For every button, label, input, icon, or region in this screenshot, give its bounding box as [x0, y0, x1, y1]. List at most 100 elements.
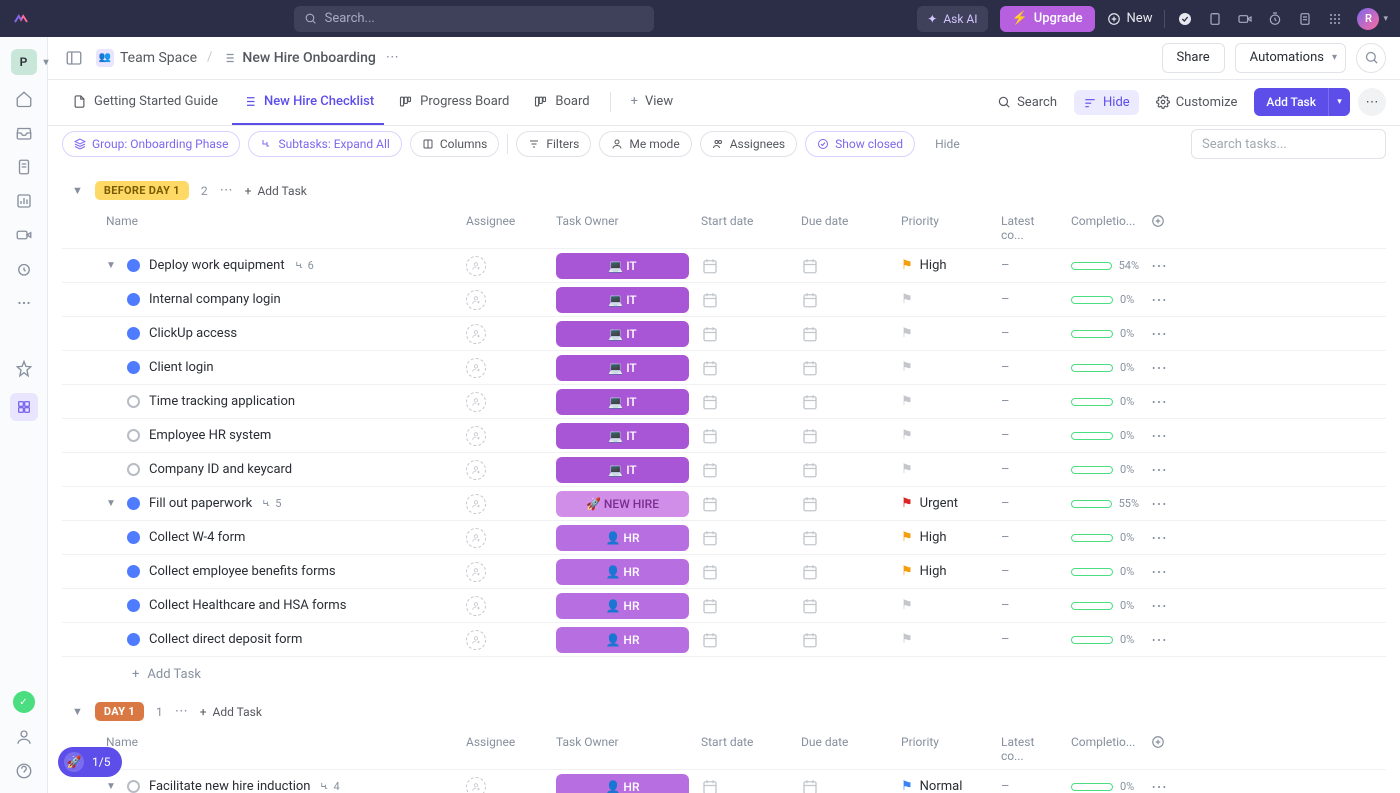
row-more-button[interactable]: ⋯	[1151, 426, 1168, 445]
task-owner-pill[interactable]: 💻 IT	[556, 321, 689, 347]
priority-flag-icon[interactable]: ⚑	[901, 326, 913, 341]
row-more-button[interactable]: ⋯	[1151, 630, 1168, 649]
completion-cell[interactable]: 54%	[1065, 259, 1145, 272]
task-owner-pill[interactable]: 👤 HR	[556, 627, 689, 653]
add-task-button[interactable]: Add Task	[1254, 88, 1328, 116]
col-header[interactable]: Priority	[895, 735, 995, 763]
video-icon[interactable]	[1237, 11, 1253, 27]
start-date-button[interactable]	[701, 631, 719, 649]
onboarding-progress-pill[interactable]: 🚀 1/5	[58, 747, 122, 777]
home-icon[interactable]	[14, 89, 34, 109]
add-column-button[interactable]	[1145, 735, 1185, 763]
status-dot[interactable]	[127, 599, 140, 612]
user-menu[interactable]: R ▾	[1357, 8, 1388, 30]
due-date-button[interactable]	[801, 563, 819, 581]
help-icon[interactable]	[14, 761, 34, 781]
due-date-button[interactable]	[801, 461, 819, 479]
group-caret-icon[interactable]: ▼	[72, 705, 83, 718]
status-dot[interactable]	[127, 463, 140, 476]
due-date-button[interactable]	[801, 257, 819, 275]
col-header[interactable]: Name	[100, 214, 460, 242]
completion-cell[interactable]: 0%	[1065, 429, 1145, 442]
clock-icon[interactable]	[1267, 11, 1283, 27]
task-owner-pill[interactable]: 💻 IT	[556, 423, 689, 449]
priority-flag-icon[interactable]: ⚑	[901, 462, 913, 477]
row-more-button[interactable]: ⋯	[1151, 324, 1168, 343]
chip-filters[interactable]: Filters	[516, 131, 591, 157]
priority-cell[interactable]: ⚑Normal	[895, 779, 995, 793]
tab-getting-started[interactable]: Getting Started Guide	[62, 79, 228, 125]
task-search-input[interactable]: Search tasks...	[1191, 129, 1386, 159]
priority-cell[interactable]: ⚑	[895, 428, 995, 443]
tab-progress-board[interactable]: Progress Board	[388, 79, 519, 125]
col-header[interactable]: Assignee	[460, 214, 550, 242]
add-task-row[interactable]: +Add Task	[62, 657, 1386, 692]
workspace-selector[interactable]: P ▾	[11, 49, 37, 75]
priority-flag-icon[interactable]: ⚑	[901, 632, 913, 647]
row-more-button[interactable]: ⋯	[1151, 777, 1168, 793]
timesheets-icon[interactable]	[14, 259, 34, 279]
group-caret-icon[interactable]: ▼	[72, 184, 83, 197]
add-task-dropdown[interactable]: ▾	[1328, 88, 1350, 116]
due-date-button[interactable]	[801, 529, 819, 547]
task-owner-pill[interactable]: 🚀 NEW HIRE	[556, 491, 689, 517]
add-column-button[interactable]	[1145, 214, 1185, 242]
status-dot[interactable]	[127, 293, 140, 306]
completion-cell[interactable]: 0%	[1065, 780, 1145, 793]
task-row[interactable]: Internal company login 💻 IT ⚑ – 0% ⋯	[62, 283, 1386, 317]
completion-cell[interactable]: 0%	[1065, 327, 1145, 340]
priority-cell[interactable]: ⚑	[895, 632, 995, 647]
chip-memode[interactable]: Me mode	[599, 131, 691, 157]
status-dot[interactable]	[127, 429, 140, 442]
group-more-button[interactable]: ⋯	[175, 704, 188, 719]
group-add-task-button[interactable]: +Add Task	[245, 184, 307, 198]
due-date-button[interactable]	[801, 359, 819, 377]
task-row[interactable]: Time tracking application 💻 IT ⚑ – 0% ⋯	[62, 385, 1386, 419]
completion-cell[interactable]: 55%	[1065, 497, 1145, 510]
add-view-button[interactable]: + View	[621, 79, 684, 125]
priority-cell[interactable]: ⚑	[895, 462, 995, 477]
chip-assignees[interactable]: Assignees	[700, 131, 797, 157]
docs-icon[interactable]	[14, 157, 34, 177]
customize-button[interactable]: Customize	[1147, 90, 1247, 115]
col-header[interactable]: Start date	[695, 214, 795, 242]
col-header[interactable]: Priority	[895, 214, 995, 242]
task-owner-pill[interactable]: 💻 IT	[556, 287, 689, 313]
priority-cell[interactable]: ⚑	[895, 394, 995, 409]
status-dot[interactable]	[127, 531, 140, 544]
due-date-button[interactable]	[801, 427, 819, 445]
task-owner-pill[interactable]: 💻 IT	[556, 389, 689, 415]
start-date-button[interactable]	[701, 563, 719, 581]
assignee-add-button[interactable]	[466, 528, 486, 548]
task-row[interactable]: Employee HR system 💻 IT ⚑ – 0% ⋯	[62, 419, 1386, 453]
col-header[interactable]: Assignee	[460, 735, 550, 763]
ask-ai-button[interactable]: ✦ Ask AI	[917, 6, 987, 32]
due-date-button[interactable]	[801, 291, 819, 309]
priority-cell[interactable]: ⚑	[895, 326, 995, 341]
priority-cell[interactable]: ⚑High	[895, 530, 995, 545]
task-row[interactable]: Company ID and keycard 💻 IT ⚑ – 0% ⋯	[62, 453, 1386, 487]
assignee-add-button[interactable]	[466, 562, 486, 582]
status-dot[interactable]	[127, 633, 140, 646]
view-search-button[interactable]: Search	[988, 90, 1066, 115]
row-more-button[interactable]: ⋯	[1151, 392, 1168, 411]
col-header[interactable]: Due date	[795, 735, 895, 763]
status-dot[interactable]	[127, 259, 140, 272]
hide-button[interactable]: Hide	[1074, 90, 1139, 115]
chip-group[interactable]: Group: Onboarding Phase	[62, 131, 240, 157]
task-row[interactable]: Collect employee benefits forms 👤 HR ⚑Hi…	[62, 555, 1386, 589]
subtask-count[interactable]: 5	[261, 497, 281, 510]
breadcrumb-space[interactable]: 👥 Team Space	[96, 49, 197, 67]
task-owner-pill[interactable]: 👤 HR	[556, 593, 689, 619]
priority-flag-icon[interactable]: ⚑	[901, 292, 913, 307]
clips-icon[interactable]	[14, 225, 34, 245]
start-date-button[interactable]	[701, 495, 719, 513]
row-more-button[interactable]: ⋯	[1151, 358, 1168, 377]
search-button[interactable]	[1356, 43, 1386, 73]
status-dot[interactable]	[127, 361, 140, 374]
row-more-button[interactable]: ⋯	[1151, 562, 1168, 581]
col-header[interactable]: Due date	[795, 214, 895, 242]
due-date-button[interactable]	[801, 495, 819, 513]
group-badge[interactable]: BEFORE DAY 1	[95, 181, 189, 200]
task-row[interactable]: ▼ Facilitate new hire induction 4 👤 HR ⚑…	[62, 770, 1386, 793]
